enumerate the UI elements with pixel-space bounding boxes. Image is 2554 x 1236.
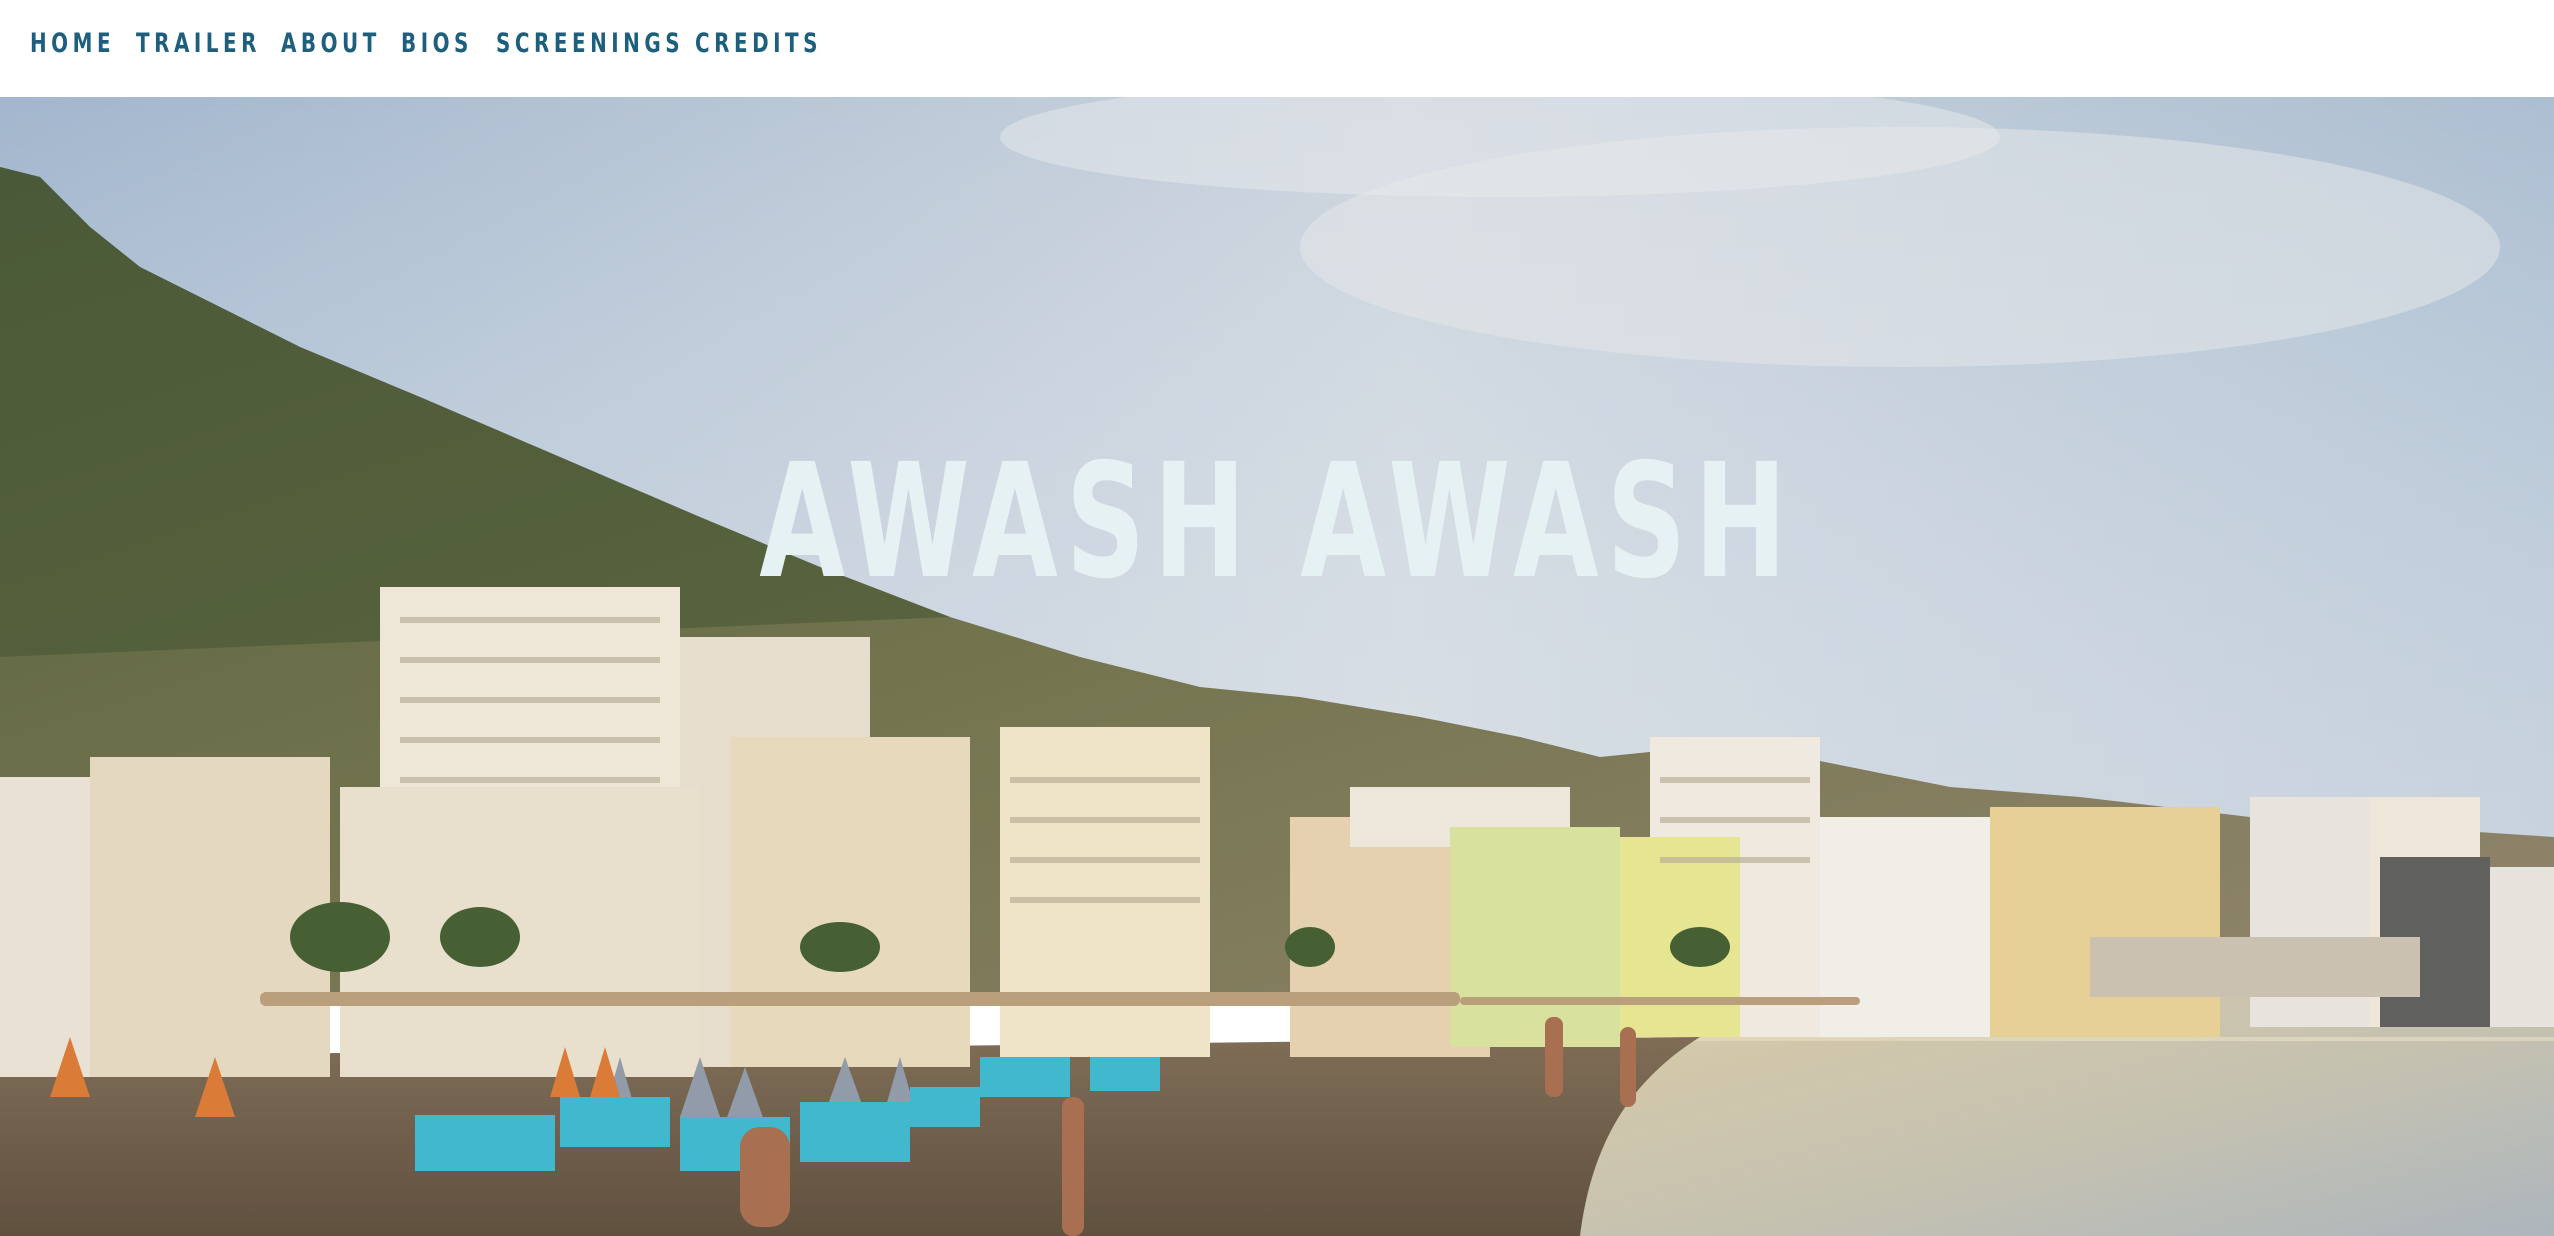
nav-link-screenings[interactable]: SCREENINGS <box>496 26 680 62</box>
nav-item-bios: BIOS <box>401 26 496 62</box>
nav-link-credits[interactable]: CREDITS <box>695 26 818 62</box>
hero-background-photo <box>0 97 2554 1236</box>
nav-link-home[interactable]: HOME <box>30 26 111 62</box>
nav-item-screenings: SCREENINGS <box>496 26 695 62</box>
nav-item-home: HOME <box>30 26 136 62</box>
top-navigation-bar: HOME TRAILER ABOUT BIOS SCREENINGS CREDI… <box>0 0 2554 97</box>
nav-menu: HOME TRAILER ABOUT BIOS SCREENINGS CREDI… <box>30 26 818 62</box>
hero-section: AWASH AWASH <box>0 97 2554 1236</box>
nav-link-about[interactable]: ABOUT <box>281 26 376 62</box>
nav-link-trailer[interactable]: TRAILER <box>136 26 256 62</box>
hero-title: AWASH AWASH <box>759 430 1795 614</box>
nav-link-bios[interactable]: BIOS <box>401 26 468 62</box>
nav-item-about: ABOUT <box>281 26 401 62</box>
nav-item-credits: CREDITS <box>695 26 818 62</box>
nav-item-trailer: TRAILER <box>136 26 281 62</box>
